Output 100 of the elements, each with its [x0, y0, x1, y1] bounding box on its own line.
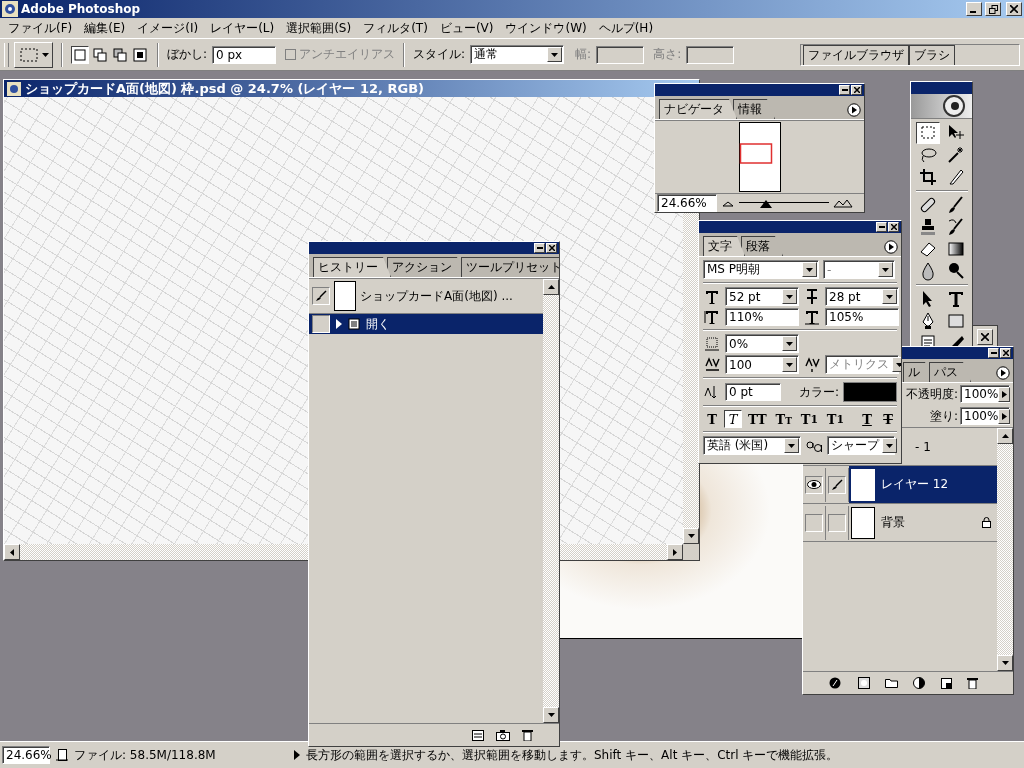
selection-mode-button[interactable] — [131, 45, 149, 64]
panel-menu-button[interactable] — [847, 103, 861, 117]
layer-style-icon[interactable] — [828, 677, 843, 689]
language-dropdown[interactable]: 英語 (米国) — [703, 436, 801, 455]
slider-thumb[interactable] — [760, 200, 772, 208]
adjustment-layer-icon[interactable] — [912, 677, 926, 689]
anti-aliasing-dropdown[interactable]: シャープ — [827, 436, 895, 455]
visibility-toggle[interactable] — [805, 513, 823, 532]
menu-item[interactable]: フィルタ(T) — [357, 17, 434, 39]
panel-tab[interactable]: 文字 — [703, 236, 745, 256]
smallcaps-style-button[interactable]: Tt — [772, 410, 795, 428]
vertical-scale-field[interactable]: 110% — [725, 308, 799, 326]
minimize-button[interactable] — [988, 348, 999, 358]
scroll-down-button[interactable] — [683, 528, 699, 544]
allcaps-style-button[interactable]: TT — [745, 410, 770, 428]
palette-well-tab[interactable]: ファイルブラウザ — [803, 44, 909, 65]
trash-icon[interactable] — [966, 677, 978, 689]
new-document-icon[interactable] — [472, 729, 484, 741]
layer-row[interactable]: 背景 — [849, 504, 997, 541]
menu-item[interactable]: イメージ(I) — [131, 17, 205, 39]
caret-icon — [886, 294, 893, 299]
scroll-up-button[interactable] — [543, 279, 559, 295]
marquee-tool[interactable] — [916, 122, 940, 144]
menu-item[interactable]: 編集(E) — [78, 17, 132, 39]
status-menu-arrow-icon[interactable] — [294, 750, 300, 760]
zoom-in-icon[interactable] — [833, 198, 853, 208]
font-size-field[interactable]: 52 pt — [725, 287, 799, 306]
selection-mode-button[interactable] — [91, 45, 109, 64]
panel-menu-button[interactable] — [884, 240, 898, 254]
panel-tab[interactable]: ヒストリー — [313, 257, 391, 277]
visibility-toggle[interactable] — [805, 475, 823, 494]
scroll-up-button[interactable] — [997, 428, 1013, 444]
panel-tab[interactable]: ナビゲータ — [659, 99, 737, 119]
underline-style-button[interactable]: T — [858, 410, 876, 428]
italic-style-button[interactable]: T — [724, 410, 742, 428]
scroll-left-button[interactable] — [4, 544, 20, 560]
palette-well-tab[interactable]: ブラシ — [909, 44, 955, 65]
layer-link-toggle[interactable] — [828, 513, 846, 532]
menu-item[interactable]: レイヤー(L) — [204, 17, 281, 39]
intersect-selection-icon — [133, 47, 147, 62]
panel-tab[interactable]: 情報 — [733, 99, 775, 119]
layer-link-toggle[interactable] — [828, 475, 846, 494]
selection-mode-button[interactable] — [71, 45, 89, 64]
layer-row[interactable]: レイヤー 12 — [849, 466, 997, 503]
minimize-button[interactable] — [876, 222, 887, 232]
zoom-out-icon[interactable] — [721, 199, 735, 207]
folder-icon[interactable] — [884, 678, 898, 688]
new-layer-icon[interactable] — [940, 677, 952, 689]
history-state[interactable]: 開く — [309, 314, 543, 334]
panel-menu-button[interactable] — [996, 366, 1010, 380]
fill-field[interactable]: 100% — [960, 407, 1010, 425]
close-button[interactable] — [977, 329, 993, 345]
tracking-field[interactable]: 100 — [725, 355, 799, 374]
restore-button[interactable] — [985, 2, 1001, 16]
layer-mask-icon[interactable] — [857, 677, 870, 689]
style-label: スタイル: — [413, 46, 466, 63]
arrow-icon — [7, 547, 17, 557]
snapshot-label[interactable]: ショップカードA面(地図) ... — [360, 287, 513, 305]
bold-style-button[interactable]: T — [703, 410, 721, 428]
strikethrough-style-button[interactable]: T — [879, 410, 897, 428]
close-button[interactable] — [1000, 348, 1011, 358]
trash-icon[interactable] — [522, 729, 533, 741]
font-family-dropdown[interactable]: MS P明朝 — [703, 260, 819, 279]
feather-field[interactable]: 0 px — [212, 45, 277, 64]
scroll-right-button[interactable] — [667, 544, 683, 560]
panel-tab[interactable]: パス — [929, 362, 971, 382]
menu-item[interactable]: ヘルプ(H) — [592, 17, 660, 39]
selection-mode-button[interactable] — [111, 45, 129, 64]
character-spacing-field[interactable]: 0% — [725, 334, 799, 353]
close-button[interactable] — [888, 222, 899, 232]
scroll-down-button[interactable] — [543, 707, 559, 723]
menu-item[interactable]: ファイル(F) — [2, 17, 79, 39]
zoom-field[interactable]: 24.66% — [657, 194, 717, 212]
close-button[interactable] — [1006, 2, 1022, 16]
vertical-scale-icon — [703, 309, 721, 325]
minimize-button[interactable] — [839, 85, 850, 95]
status-zoom-field[interactable]: 24.66% — [2, 746, 50, 764]
kerning-icon — [803, 356, 821, 373]
text-color-swatch[interactable] — [843, 382, 897, 402]
snapshot-source[interactable] — [312, 287, 330, 305]
close-icon — [981, 333, 989, 341]
panel-tab[interactable]: 段落 — [741, 236, 783, 256]
width-field — [596, 45, 645, 64]
minimize-button[interactable] — [966, 2, 982, 16]
style-dropdown[interactable]: 通常 — [470, 45, 565, 64]
close-button[interactable] — [546, 243, 557, 253]
panel-tab[interactable]: ツールプリセット — [461, 257, 559, 277]
marquee-icon — [18, 45, 40, 64]
menu-item[interactable]: ビュー(V) — [433, 17, 500, 39]
tool-preset-picker[interactable] — [14, 41, 53, 68]
scroll-down-button[interactable] — [997, 655, 1013, 671]
camera-icon[interactable] — [496, 729, 510, 741]
menu-item[interactable]: ウインドウ(W) — [499, 17, 593, 39]
opacity-field[interactable]: 100% — [960, 385, 1010, 403]
close-button[interactable] — [851, 85, 862, 95]
baseline-shift-field[interactable]: 0 pt — [725, 383, 782, 401]
menu-item[interactable]: 選択範囲(S) — [280, 17, 358, 39]
leading-field[interactable]: 28 pt — [825, 287, 899, 306]
horizontal-scale-field[interactable]: 105% — [825, 308, 899, 326]
minimize-button[interactable] — [534, 243, 545, 253]
